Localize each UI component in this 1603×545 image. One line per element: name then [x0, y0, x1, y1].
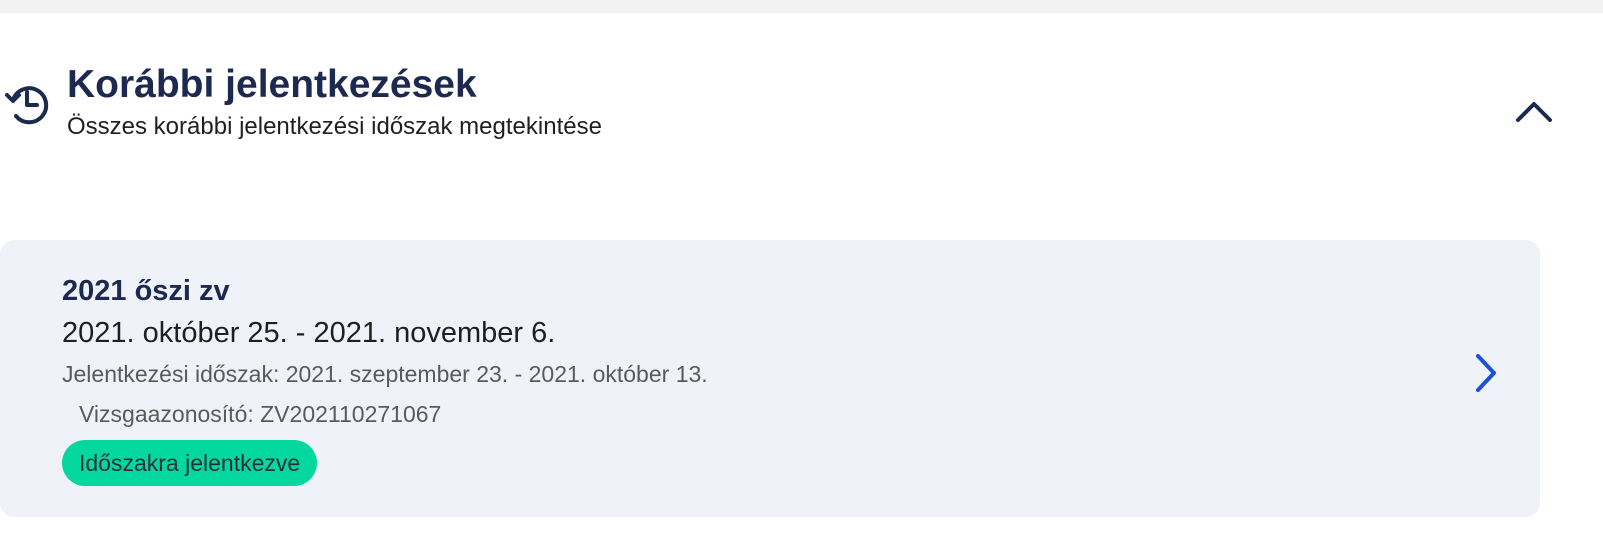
period-title: 2021 őszi zv — [62, 275, 230, 307]
status-badge: Időszakra jelentkezve — [62, 440, 318, 486]
previous-registrations-header: Korábbi jelentkezések Összes korábbi jel… — [0, 60, 1603, 150]
section-subtitle: Összes korábbi jelentkezési időszak megt… — [67, 113, 602, 140]
registration-period-card[interactable]: 2021 őszi zv 2021. október 25. - 2021. n… — [0, 240, 1540, 517]
exam-dates: 2021. október 25. - 2021. november 6. — [62, 317, 556, 349]
section-title: Korábbi jelentkezések — [67, 63, 477, 106]
history-icon — [4, 80, 52, 128]
chevron-up-icon — [1516, 102, 1552, 122]
top-divider-strip — [0, 0, 1603, 13]
header-text: Korábbi jelentkezések Összes korábbi jel… — [67, 60, 602, 144]
card-body: 2021 őszi zv 2021. október 25. - 2021. n… — [62, 270, 708, 486]
collapse-toggle-button[interactable] — [1508, 86, 1560, 138]
chevron-right-icon[interactable] — [1468, 350, 1504, 396]
exam-id: Vizsgaazonosító: ZV202110271067 — [79, 401, 442, 427]
registration-period: Jelentkezési időszak: 2021. szeptember 2… — [62, 361, 708, 387]
